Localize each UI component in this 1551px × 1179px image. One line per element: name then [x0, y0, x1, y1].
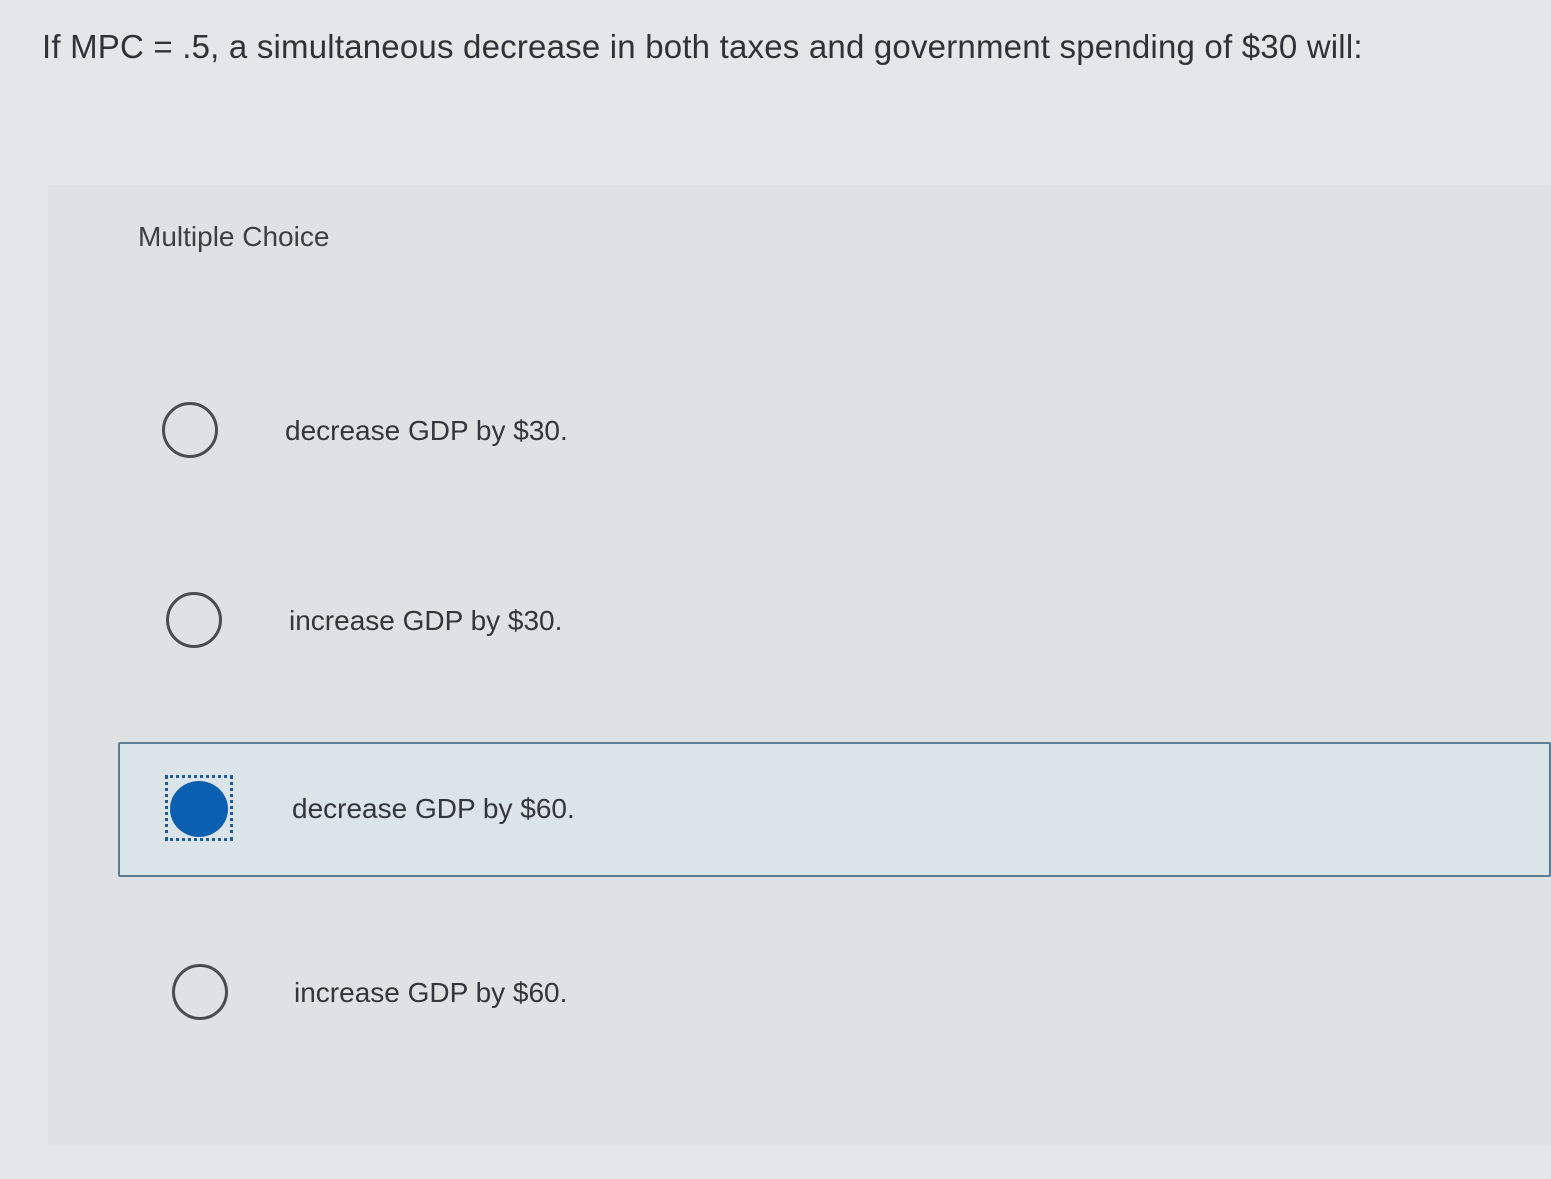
option-label: increase GDP by $30. — [289, 605, 563, 636]
option-2[interactable]: increase GDP by $30. — [108, 555, 1551, 689]
multiple-choice-panel: Multiple Choice decrease GDP by $30. inc… — [48, 185, 1551, 1145]
option-1[interactable]: decrease GDP by $30. — [108, 365, 1551, 499]
radio-button-option-4[interactable] — [172, 964, 228, 1020]
option-3-selected[interactable]: decrease GDP by $60. — [118, 742, 1551, 877]
option-4[interactable]: increase GDP by $60. — [108, 926, 1551, 1060]
option-label: increase GDP by $60. — [294, 977, 568, 1008]
radio-button-option-1[interactable] — [162, 402, 218, 458]
radio-button-option-3-selected[interactable] — [170, 781, 228, 837]
option-label: decrease GDP by $60. — [292, 793, 575, 824]
option-label: decrease GDP by $30. — [285, 415, 568, 446]
panel-header: Multiple Choice — [138, 221, 330, 252]
question-text: If MPC = .5, a simultaneous decrease in … — [42, 28, 1363, 65]
radio-button-option-2[interactable] — [166, 592, 222, 648]
